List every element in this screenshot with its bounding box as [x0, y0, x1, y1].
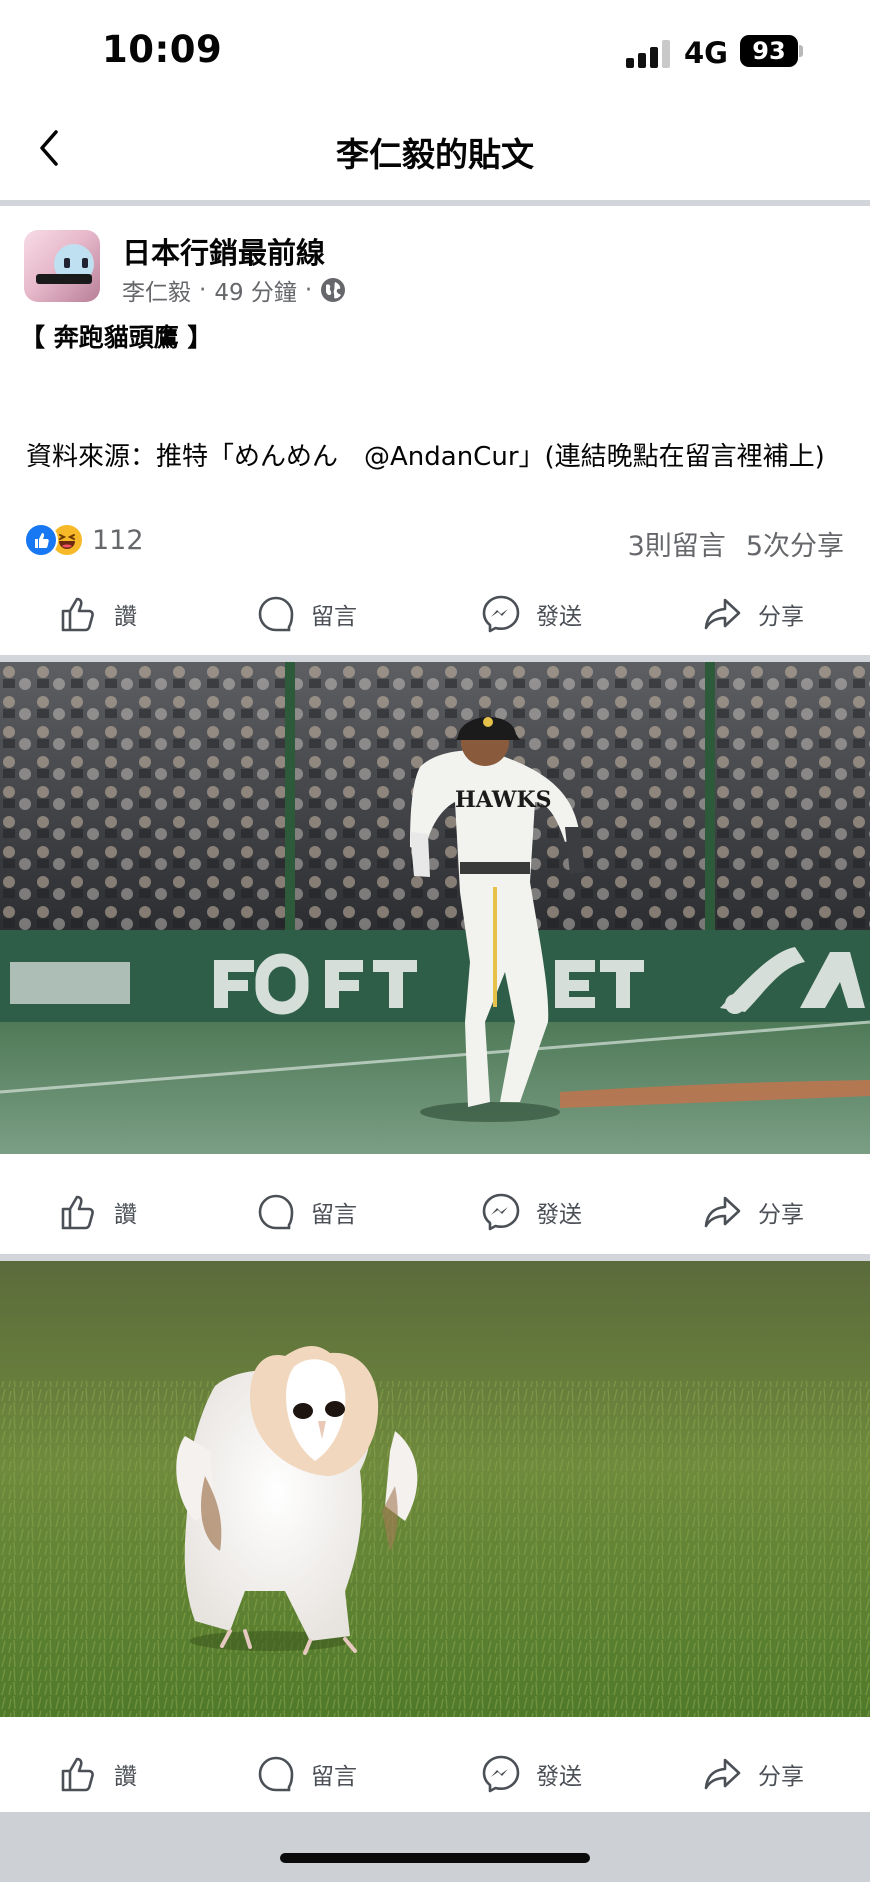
share-arrow-icon — [704, 1758, 741, 1790]
share-label: 分享 — [758, 1764, 804, 1790]
post-heading: 【 奔跑貓頭鷹 】 — [20, 323, 213, 352]
share-button[interactable]: 分享 — [702, 574, 804, 654]
messenger-icon — [482, 1755, 520, 1793]
meta-separator: · — [304, 277, 313, 303]
like-label: 讚 — [114, 1202, 137, 1228]
send-button[interactable]: 發送 — [480, 1734, 582, 1814]
messenger-icon — [482, 1193, 520, 1231]
post-author[interactable]: 李仁毅 — [122, 273, 191, 307]
post-source-text: 資料來源：推特「めんめん @AndanCur」(連結晚點在留言裡補上) — [26, 442, 825, 472]
status-bar: 10:09 4G 93 — [0, 0, 870, 100]
comment-label: 留言 — [311, 604, 357, 630]
send-label: 發送 — [536, 604, 582, 630]
share-label: 分享 — [758, 604, 804, 630]
post-photo-owl[interactable] — [0, 1261, 870, 1717]
share-button[interactable]: 分享 — [702, 1172, 804, 1252]
battery-level: 93 — [740, 35, 798, 67]
comment-icon — [258, 1756, 294, 1792]
page-avatar[interactable] — [24, 230, 100, 302]
nav-header: 李仁毅的貼文 — [0, 100, 870, 200]
header-divider — [0, 200, 870, 206]
section-divider — [0, 655, 870, 662]
comment-label: 留言 — [311, 1202, 357, 1228]
share-label: 分享 — [758, 1202, 804, 1228]
share-arrow-icon — [704, 1196, 741, 1228]
like-label: 讚 — [114, 1764, 137, 1790]
page-name[interactable]: 日本行銷最前線 — [122, 230, 325, 272]
thumbs-up-icon — [61, 1195, 94, 1230]
post-photo-baseball[interactable]: HAWKS — [0, 662, 870, 1154]
post-meta: 李仁毅 · 49 分鐘 · — [122, 273, 346, 307]
bottom-bar — [0, 1812, 870, 1882]
comment-button[interactable]: 留言 — [255, 1734, 357, 1814]
share-button[interactable]: 分享 — [702, 1734, 804, 1814]
send-label: 發送 — [536, 1202, 582, 1228]
thumbs-up-icon — [61, 1757, 94, 1792]
like-button[interactable]: 讚 — [58, 1172, 137, 1252]
comment-icon — [258, 1194, 294, 1230]
status-time: 10:09 — [102, 28, 223, 71]
like-button[interactable]: 讚 — [58, 1734, 137, 1814]
thumbs-up-icon — [61, 597, 94, 632]
like-label: 讚 — [114, 604, 137, 630]
reactions-summary[interactable]: 112 — [24, 523, 144, 557]
globe-icon — [321, 278, 346, 302]
comment-button[interactable]: 留言 — [255, 1172, 357, 1252]
comment-button[interactable]: 留言 — [255, 574, 357, 654]
action-bar: 讚 留言 發送 分享 — [0, 1734, 870, 1814]
action-bar: 讚 留言 發送 分享 — [0, 574, 870, 654]
battery-icon: 93 — [740, 35, 804, 67]
send-button[interactable]: 發送 — [480, 1172, 582, 1252]
like-reaction-icon — [24, 523, 58, 557]
like-button[interactable]: 讚 — [58, 574, 137, 654]
share-arrow-icon — [704, 598, 741, 630]
reaction-count: 112 — [92, 524, 144, 556]
page-title: 李仁毅的貼文 — [336, 135, 534, 174]
home-indicator[interactable] — [280, 1853, 590, 1863]
action-bar: 讚 留言 發送 分享 — [0, 1172, 870, 1252]
comment-count[interactable]: 3則留言 — [628, 524, 726, 563]
network-label: 4G — [684, 36, 728, 70]
engagement-summary: 3則留言 5次分享 — [628, 524, 844, 563]
send-label: 發送 — [536, 1764, 582, 1790]
comment-label: 留言 — [311, 1764, 357, 1790]
share-count[interactable]: 5次分享 — [746, 524, 844, 563]
meta-separator: · — [199, 277, 207, 303]
messenger-icon — [482, 595, 520, 633]
signal-icon — [626, 40, 672, 68]
post-time[interactable]: 49 分鐘 — [214, 273, 297, 307]
comment-icon — [258, 596, 294, 632]
section-divider — [0, 1254, 870, 1261]
send-button[interactable]: 發送 — [480, 574, 582, 654]
svg-text:HAWKS: HAWKS — [455, 787, 551, 813]
